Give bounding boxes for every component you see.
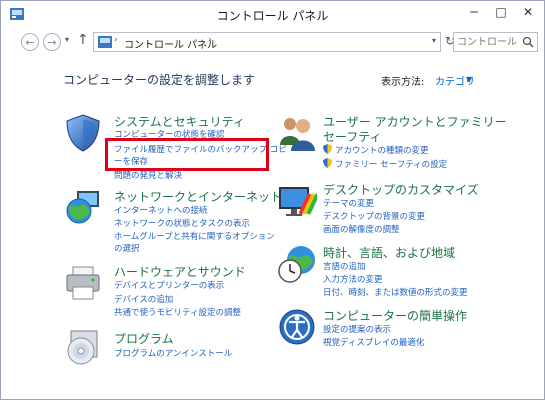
- title-bar: コントロール パネル ─ □ ✕: [1, 1, 544, 29]
- back-button[interactable]: ←: [21, 33, 39, 51]
- forward-button[interactable]: →: [43, 33, 61, 51]
- change-date-time-format-link[interactable]: 日付、時刻、または数値の形式の変更: [323, 286, 468, 298]
- change-theme-link[interactable]: テーマの変更: [323, 197, 374, 209]
- address-dropdown[interactable]: ▾: [432, 36, 436, 45]
- ease-of-access-icon[interactable]: [277, 307, 317, 347]
- desktop-customization-title[interactable]: デスクトップのカスタマイズ: [323, 181, 479, 198]
- adjust-resolution-link[interactable]: 画面の解像度の調整: [323, 223, 400, 235]
- control-panel-icon: [98, 36, 112, 48]
- system-security-shield-icon[interactable]: [63, 113, 103, 153]
- change-input-method-link[interactable]: 入力方法の変更: [323, 273, 383, 285]
- devices-printers-link[interactable]: デバイスとプリンターの表示: [114, 279, 224, 291]
- breadcrumb-separator[interactable]: ›: [208, 35, 212, 45]
- homegroup-sharing-link[interactable]: ホームグループと共有に関するオプション: [114, 230, 275, 242]
- user-accounts-title-cont[interactable]: セーフティ: [323, 128, 382, 145]
- family-safety-link[interactable]: ファミリー セーフティの設定: [335, 158, 447, 170]
- network-internet-title[interactable]: ネットワークとインターネット: [114, 188, 282, 205]
- add-language-link[interactable]: 言語の追加: [323, 260, 366, 272]
- clock-globe-icon[interactable]: [277, 244, 317, 284]
- hardware-printer-icon[interactable]: [63, 263, 103, 303]
- highlight-box: [105, 138, 269, 171]
- uac-shield-icon: [323, 144, 332, 154]
- optimize-visual-display-link[interactable]: 視覚ディスプレイの最適化: [323, 336, 424, 348]
- page-heading: コンピューターの設定を調整します: [63, 73, 256, 87]
- search-input[interactable]: [457, 35, 517, 49]
- programs-disc-icon[interactable]: [63, 327, 103, 367]
- homegroup-sharing-link-cont[interactable]: の選択: [114, 242, 140, 254]
- breadcrumb-separator[interactable]: ›: [114, 35, 118, 45]
- programs-title[interactable]: プログラム: [114, 330, 174, 347]
- chevron-down-icon[interactable]: ▼: [466, 75, 472, 84]
- address-bar[interactable]: › コントロール パネル › ▾: [93, 32, 441, 52]
- minimize-button[interactable]: ─: [460, 1, 488, 23]
- clock-language-region-title[interactable]: 時計、言語、および地域: [323, 244, 455, 261]
- change-background-link[interactable]: デスクトップの背景の変更: [323, 210, 425, 222]
- network-globe-icon[interactable]: [63, 187, 103, 227]
- suggested-settings-link[interactable]: 設定の提案の表示: [323, 323, 391, 335]
- search-box[interactable]: [453, 32, 538, 52]
- uac-shield-icon: [323, 158, 332, 168]
- hardware-sound-title[interactable]: ハードウェアとサウンド: [114, 263, 246, 280]
- control-panel-window: コントロール パネル ─ □ ✕ ← → ▾ ↑ › コントロール パネル › …: [0, 0, 545, 400]
- desktop-personalization-icon[interactable]: [277, 181, 317, 221]
- recent-pages-dropdown[interactable]: ▾: [65, 35, 69, 44]
- mobility-settings-link[interactable]: 共通で使うモビリティ設定の調整: [114, 306, 241, 318]
- user-accounts-icon[interactable]: [277, 113, 317, 153]
- close-button[interactable]: ✕: [514, 1, 542, 23]
- up-button[interactable]: ↑: [77, 32, 89, 48]
- add-device-link[interactable]: デバイスの追加: [114, 293, 173, 305]
- breadcrumb-control-panel[interactable]: コントロール パネル: [124, 36, 217, 51]
- navigation-bar: ← → ▾ ↑ › コントロール パネル › ▾ ↻: [1, 29, 544, 55]
- uninstall-program-link[interactable]: プログラムのアンインストール: [114, 347, 232, 359]
- network-status-link[interactable]: ネットワークの状態とタスクの表示: [114, 217, 250, 229]
- change-account-type-link[interactable]: アカウントの種類の変更: [335, 144, 429, 156]
- ease-of-access-title[interactable]: コンピューターの簡単操作: [323, 307, 467, 324]
- view-by-label: 表示方法:: [381, 77, 425, 88]
- maximize-button[interactable]: □: [487, 1, 515, 23]
- search-icon[interactable]: [522, 36, 534, 48]
- connect-internet-link[interactable]: インターネットへの接続: [114, 204, 208, 216]
